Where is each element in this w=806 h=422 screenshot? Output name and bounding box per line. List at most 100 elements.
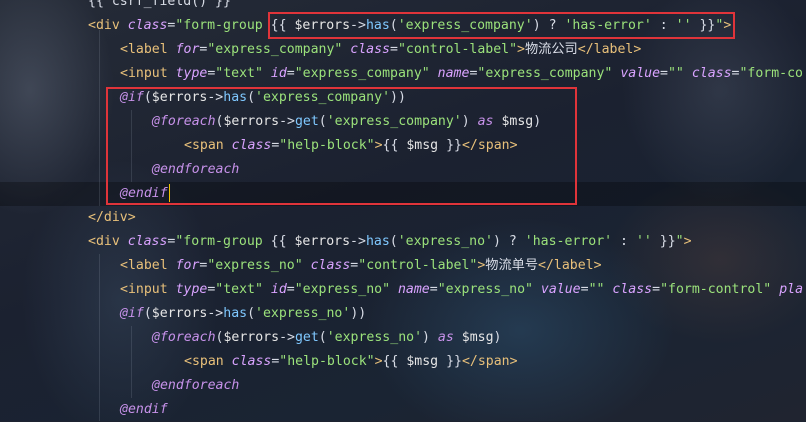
code-token: 'express_no' <box>397 234 493 249</box>
indent-guide <box>99 30 100 206</box>
code-token: $errors <box>294 234 351 249</box>
code-token: ( <box>389 234 398 249</box>
code-token: ) <box>422 330 438 345</box>
code-token: "control-label" <box>397 42 518 57</box>
code-token: "express_company" <box>477 66 613 81</box>
code-token: }} <box>651 234 676 249</box>
code-token: name <box>397 282 430 297</box>
code-token: = <box>652 282 661 297</box>
code-token: </label> <box>538 258 602 273</box>
code-token: $errors <box>151 306 208 321</box>
code-token: {{ csrf_field() }} <box>88 0 231 9</box>
code-token: value <box>540 282 581 297</box>
code-line[interactable]: <input type="text" id="express_company" … <box>120 62 803 86</box>
annotation-box-error-block <box>106 87 577 205</box>
code-token: get <box>294 330 319 345</box>
code-token: "express_company" <box>294 66 430 81</box>
code-token: = <box>580 282 589 297</box>
code-token: name <box>437 66 470 81</box>
indent-guide <box>99 254 100 421</box>
code-token: }} <box>438 354 462 369</box>
code-token: = <box>286 282 295 297</box>
code-line[interactable]: <span class="help-block">{{ $msg }}</spa… <box>184 350 518 374</box>
code-token: class <box>691 66 732 81</box>
code-token: -> <box>279 330 295 345</box>
code-token: "help-block" <box>279 354 375 369</box>
code-line[interactable]: @endforeach <box>152 374 239 398</box>
code-token: </label> <box>577 42 642 57</box>
code-line[interactable]: <label for="express_company" class="cont… <box>120 38 641 62</box>
code-line[interactable]: @if($errors->has('express_no')) <box>120 302 366 326</box>
code-token: "" <box>667 66 684 81</box>
code-token: "form-co <box>739 66 804 81</box>
code-token: "express_no" <box>207 258 303 273</box>
code-token: $errors <box>223 330 280 345</box>
code-token: pla <box>779 282 804 297</box>
code-token: "text" <box>215 282 263 297</box>
code-token: class <box>310 258 351 273</box>
code-token: = <box>429 282 438 297</box>
code-token: "express_company" <box>207 42 343 57</box>
code-line[interactable]: </div> <box>88 206 136 230</box>
code-token: '' <box>635 234 652 249</box>
code-token: "form-group <box>175 18 271 33</box>
code-token: for <box>175 258 200 273</box>
code-token: -> <box>350 234 366 249</box>
code-token: 'has-error' <box>524 234 613 249</box>
code-token: class <box>350 42 390 57</box>
code-token: $msg <box>406 354 439 369</box>
code-token: = <box>390 42 398 57</box>
code-token: class <box>612 282 653 297</box>
code-token: "express_no" <box>294 282 391 297</box>
code-token: > <box>374 354 383 369</box>
code-token: @if <box>120 306 144 321</box>
code-token: = <box>660 66 668 81</box>
code-token: @foreach <box>152 330 216 345</box>
code-token: has <box>223 306 248 321</box>
code-token: <label <box>120 258 176 273</box>
code-token: ( <box>318 330 327 345</box>
code-editor[interactable]: {{ csrf_field() }} <div class="form-grou… <box>0 0 806 421</box>
code-token: for <box>175 42 200 57</box>
code-token: )) <box>350 306 367 321</box>
code-token: <span <box>184 354 232 369</box>
code-line[interactable]: <input type="text" id="express_no" name=… <box>120 278 803 302</box>
code-token: 'express_no' <box>326 330 423 345</box>
code-token: " <box>675 234 684 249</box>
code-line[interactable]: <label for="express_no" class="control-l… <box>120 254 602 278</box>
code-token: value <box>620 66 661 81</box>
code-line[interactable]: <div class="form-group {{ $errors->has('… <box>88 230 692 254</box>
code-token: > <box>683 234 692 249</box>
code-token: </div> <box>88 210 136 225</box>
code-token: "text" <box>215 66 263 81</box>
code-token: @endif <box>120 402 168 417</box>
code-token: <div <box>88 234 128 249</box>
code-token: class <box>127 18 168 33</box>
indent-guide <box>131 326 132 398</box>
code-line[interactable]: {{ csrf_field() }} <box>88 0 231 14</box>
code-token: class <box>127 234 168 249</box>
code-token: {{ <box>270 234 295 249</box>
code-token: -> <box>207 306 224 321</box>
code-token: 物流单号 <box>485 258 539 273</box>
code-token: ) <box>493 330 502 345</box>
code-token: ( <box>247 306 256 321</box>
code-token: 'express_no' <box>255 306 351 321</box>
code-token: <div <box>88 18 128 33</box>
code-token: as <box>437 330 454 345</box>
code-token: <input <box>120 66 176 81</box>
code-token: = <box>286 66 295 81</box>
code-token: type <box>175 66 208 81</box>
code-line[interactable]: @foreach($errors->get('express_no') as $… <box>152 326 501 350</box>
code-token: "form-group <box>175 234 271 249</box>
code-token: {{ <box>382 354 407 369</box>
code-token: type <box>175 282 208 297</box>
code-line[interactable]: @endif <box>120 398 168 422</box>
code-token: <input <box>120 282 176 297</box>
